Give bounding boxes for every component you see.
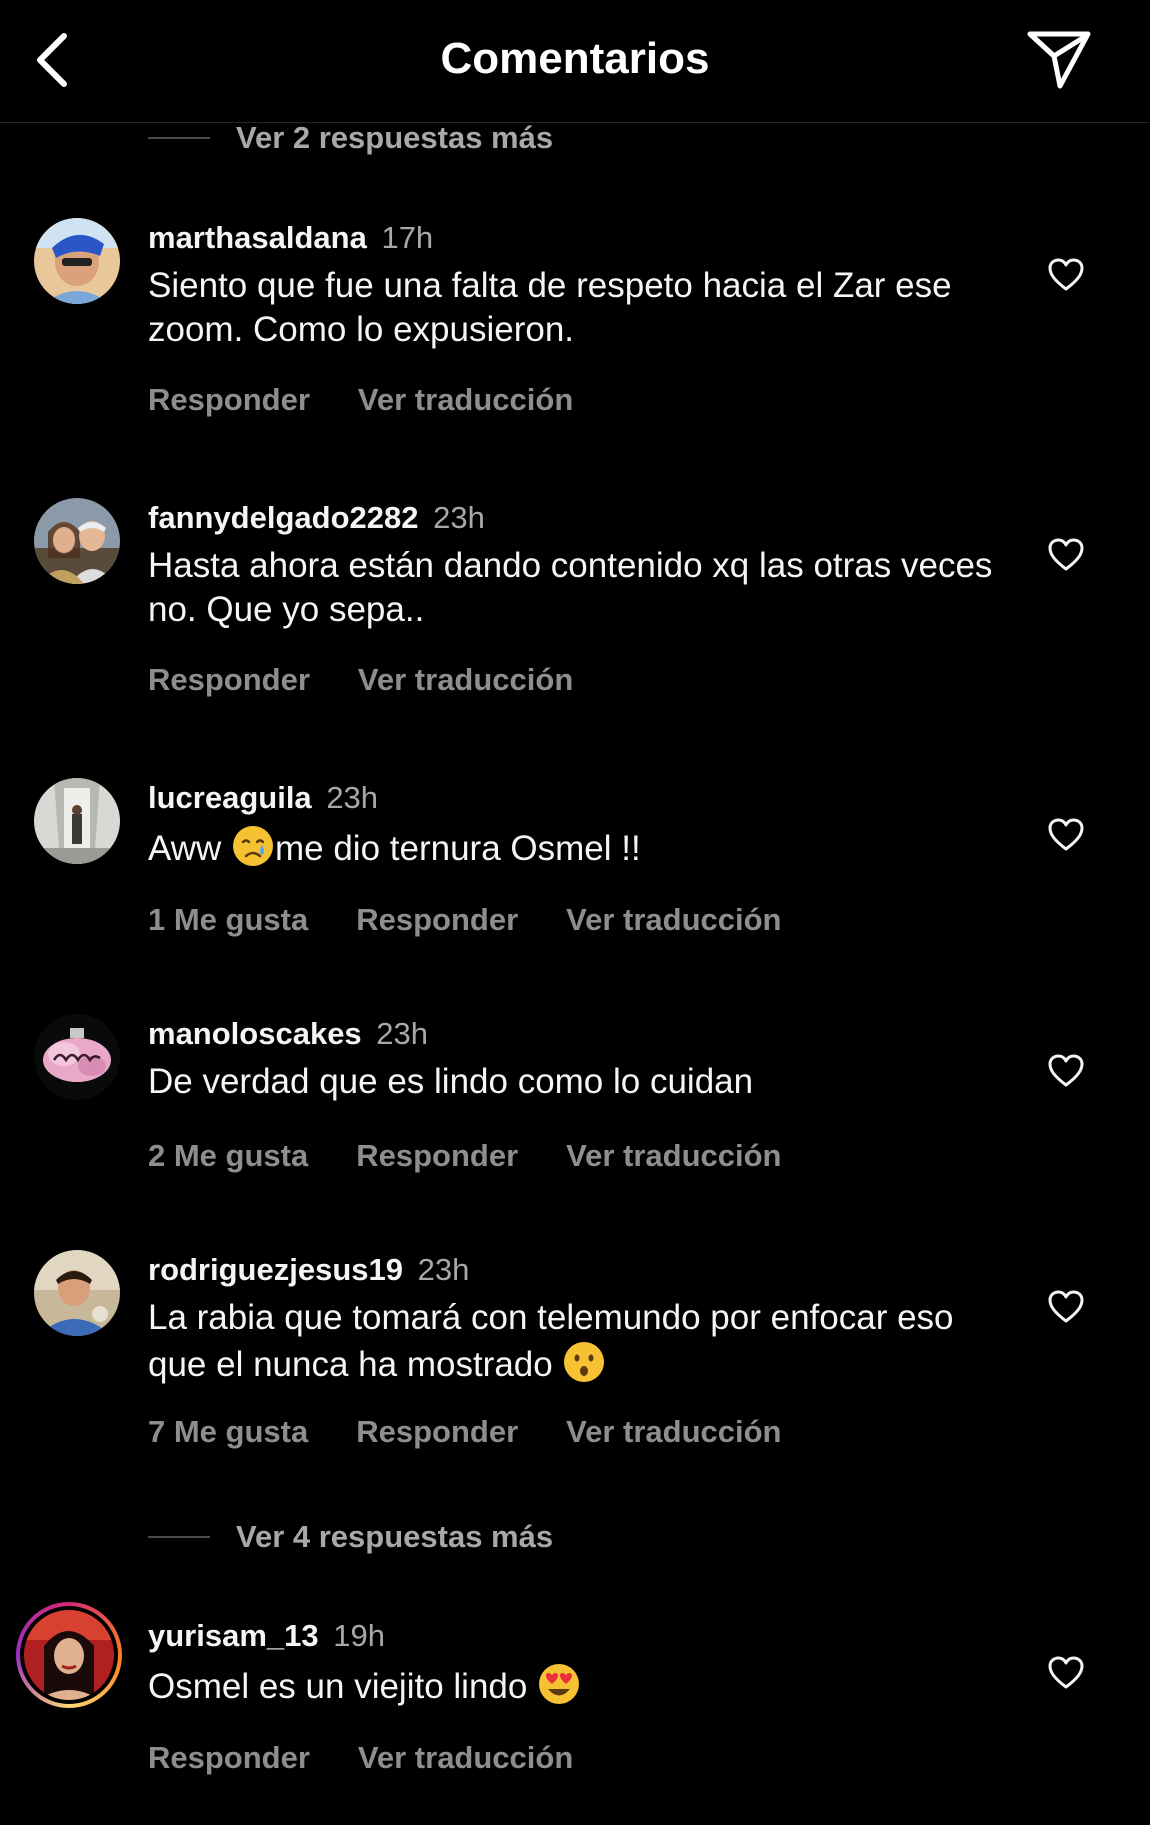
comment-meta: yurisam_13 19h	[148, 1616, 385, 1656]
paper-plane-icon	[1027, 31, 1091, 89]
timestamp: 23h	[326, 780, 379, 815]
avatar	[24, 1610, 114, 1700]
likes-count[interactable]: 2 Me gusta	[148, 1138, 308, 1174]
avatar[interactable]	[34, 218, 120, 304]
heart-icon[interactable]	[1048, 538, 1084, 572]
translate-button[interactable]: Ver traducción	[358, 662, 573, 698]
timestamp: 23h	[417, 1252, 470, 1287]
comment-actions: 2 Me gusta Responder Ver traducción	[148, 1138, 830, 1174]
view-more-replies-bottom[interactable]: Ver 4 respuestas más	[148, 1517, 553, 1557]
page-title: Comentarios	[440, 34, 710, 83]
timestamp: 23h	[376, 1016, 429, 1051]
translate-button[interactable]: Ver traducción	[566, 1138, 781, 1174]
comment-text-part: Osmel es un viejito lindo	[148, 1667, 538, 1706]
comment-actions: 1 Me gusta Responder Ver traducción	[148, 902, 830, 938]
comment-text: Hasta ahora están dando contenido xq las…	[148, 546, 993, 629]
translate-button[interactable]: Ver traducción	[358, 1740, 573, 1776]
likes-count[interactable]: 7 Me gusta	[148, 1414, 308, 1450]
reply-button[interactable]: Responder	[356, 902, 518, 938]
comment-text: La rabia que tomará con telemundo por en…	[148, 1296, 1018, 1387]
translate-button[interactable]: Ver traducción	[566, 902, 781, 938]
username[interactable]: manoloscakes	[148, 1016, 362, 1051]
reply-button[interactable]: Responder	[148, 1740, 310, 1776]
view-more-label: Ver 4 respuestas más	[236, 1519, 554, 1554]
comment-text-part: me dio ternura Osmel !!	[275, 829, 641, 868]
likes-count[interactable]: 1 Me gusta	[148, 902, 308, 938]
translate-button[interactable]: Ver traducción	[358, 382, 573, 418]
comment-meta: manoloscakes 23h	[148, 1014, 428, 1054]
reply-button[interactable]: Responder	[356, 1138, 518, 1174]
timestamp: 23h	[433, 500, 485, 535]
avatar-story-ring[interactable]	[16, 1602, 122, 1708]
avatar[interactable]	[34, 1250, 120, 1336]
heart-icon[interactable]	[1048, 1290, 1084, 1324]
avatar[interactable]	[34, 498, 120, 584]
heart-icon[interactable]	[1048, 1656, 1084, 1690]
header-bar: Comentarios	[0, 0, 1150, 123]
heart-eyes-emoji	[539, 1664, 580, 1704]
comment-text: Osmel es un viejito lindo	[148, 1662, 1018, 1709]
share-button[interactable]	[1024, 26, 1094, 92]
comment-meta: lucreaguila 23h	[148, 778, 378, 818]
comment-actions: Responder Ver traducción	[148, 662, 621, 698]
username[interactable]: marthasaldana	[148, 220, 367, 255]
divider-line	[148, 137, 210, 139]
username[interactable]: fannydelgado2282	[148, 500, 418, 535]
avatar[interactable]	[34, 778, 120, 864]
crying-face-emoji	[233, 826, 273, 866]
heart-icon[interactable]	[1048, 258, 1084, 292]
avatar[interactable]	[34, 1014, 120, 1100]
comment-meta: marthasaldana 17h	[148, 218, 433, 258]
username[interactable]: lucreaguila	[148, 780, 312, 815]
comment-meta: fannydelgado2282 23h	[148, 498, 485, 538]
comment-text-part: Aww	[148, 829, 231, 868]
hushed-face-emoji	[564, 1342, 605, 1382]
comment-text: Aww me dio ternura Osmel !!	[148, 824, 1018, 871]
reply-button[interactable]: Responder	[148, 662, 310, 698]
comment-actions: Responder Ver traducción	[148, 1740, 621, 1776]
heart-icon[interactable]	[1048, 818, 1084, 852]
comment-text: Siento que fue una falta de respeto haci…	[148, 266, 952, 349]
view-more-replies-top[interactable]: Ver 2 respuestas más	[148, 118, 553, 158]
reply-button[interactable]: Responder	[356, 1414, 518, 1450]
comment-meta: rodriguezjesus19 23h	[148, 1250, 469, 1290]
comment-text-part: La rabia que tomará con telemundo por en…	[148, 1298, 954, 1384]
divider-line	[148, 1536, 210, 1538]
timestamp: 17h	[381, 220, 434, 255]
comment-actions: Responder Ver traducción	[148, 382, 621, 418]
username[interactable]: yurisam_13	[148, 1618, 319, 1653]
username[interactable]: rodriguezjesus19	[148, 1252, 403, 1287]
heart-icon[interactable]	[1048, 1054, 1084, 1088]
comment-actions: 7 Me gusta Responder Ver traducción	[148, 1414, 830, 1450]
comment-text: De verdad que es lindo como lo cuidan	[148, 1062, 754, 1101]
view-more-label: Ver 2 respuestas más	[236, 120, 554, 155]
translate-button[interactable]: Ver traducción	[566, 1414, 781, 1450]
timestamp: 19h	[333, 1618, 385, 1653]
reply-button[interactable]: Responder	[148, 382, 310, 418]
